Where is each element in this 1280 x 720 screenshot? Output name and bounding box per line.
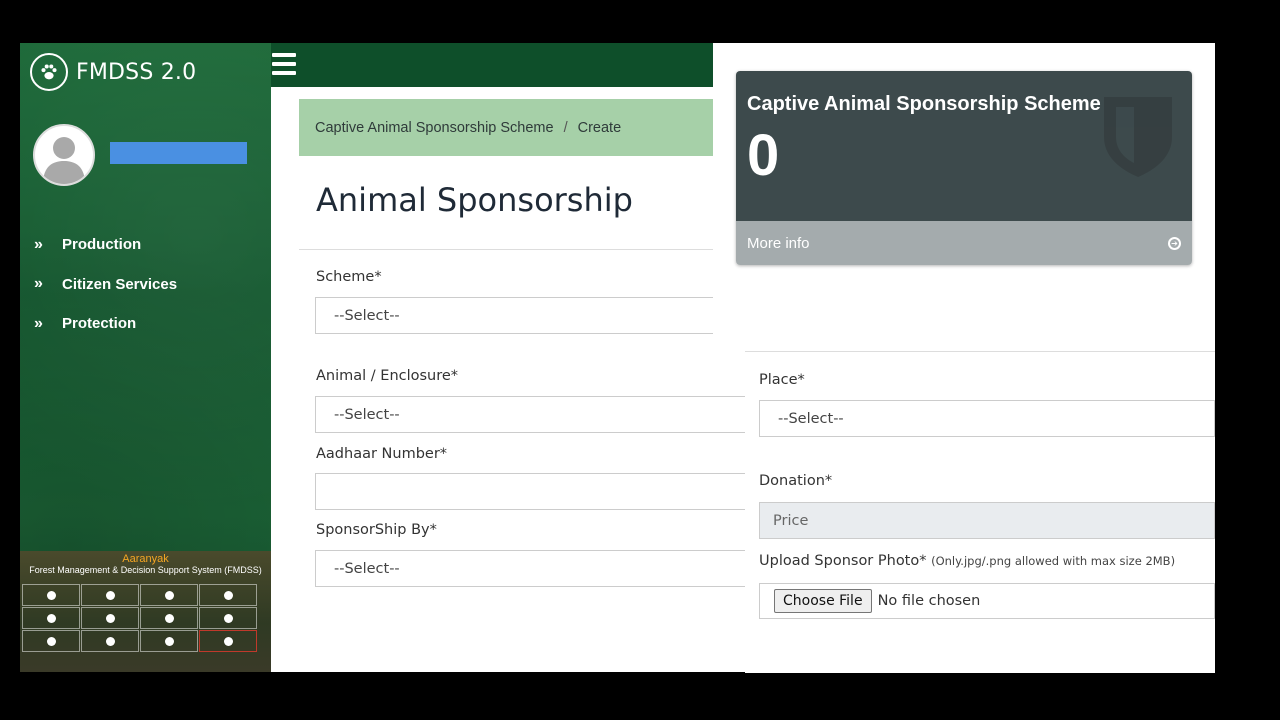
file-status: No file chosen (877, 593, 981, 609)
sidebar-nav: » Production » Citizen Services » Protec… (34, 225, 177, 344)
avatar[interactable] (33, 124, 95, 186)
sidebar-item-protection[interactable]: » Protection (34, 304, 177, 344)
place-select[interactable]: --Select-- (759, 400, 1215, 437)
animal-enclosure-select[interactable]: --Select-- (315, 396, 746, 433)
username-redacted (110, 142, 247, 164)
hamburger-menu-icon[interactable] (272, 53, 296, 75)
animal-enclosure-label: Animal / Enclosure* (316, 368, 459, 384)
banner-tile (22, 584, 80, 606)
donation-label: Donation* (759, 473, 833, 489)
divider (299, 249, 745, 250)
brand[interactable]: FMDSS 2.0 (30, 53, 196, 91)
sidebar: FMDSS 2.0 » Production » Citizen Service… (20, 43, 271, 672)
banner-tile (140, 630, 198, 652)
scheme-stat-card: Captive Animal Sponsorship Scheme 0 More… (736, 71, 1192, 265)
double-chevron-right-icon: » (34, 314, 43, 332)
sidebar-item-label: Citizen Services (62, 275, 178, 293)
breadcrumb: Captive Animal Sponsorship Scheme / Crea… (299, 99, 713, 156)
banner-tile (140, 607, 198, 629)
banner-tile (22, 630, 80, 652)
double-chevron-right-icon: » (34, 275, 43, 293)
more-info-label: More info (747, 234, 810, 252)
card-body: Captive Animal Sponsorship Scheme 0 (736, 71, 1192, 221)
screen: FMDSS 2.0 » Production » Citizen Service… (0, 0, 1280, 720)
upload-note: (Only.jpg/.png allowed with max size 2MB… (931, 554, 1176, 568)
top-navbar (271, 43, 713, 87)
aadhaar-input[interactable] (315, 473, 746, 510)
sponsorship-by-select[interactable]: --Select-- (315, 550, 746, 587)
upload-photo-label: Upload Sponsor Photo* (Only.jpg/.png all… (759, 553, 1175, 569)
place-label: Place* (759, 372, 805, 388)
shield-icon (1100, 93, 1176, 183)
banner-tile (81, 607, 139, 629)
breadcrumb-parent[interactable]: Captive Animal Sponsorship Scheme (315, 120, 554, 136)
breadcrumb-current: Create (577, 119, 622, 136)
banner-subtitle: Forest Management & Decision Support Sys… (29, 565, 262, 575)
page-title: Animal Sponsorship (316, 181, 633, 219)
sponsorship-by-label: SponsorShip By* (316, 522, 437, 538)
sponsor-photo-file-input: Choose File No file chosen (759, 583, 1215, 619)
banner-tile (140, 584, 198, 606)
sidebar-item-production[interactable]: » Production (34, 225, 177, 265)
sidebar-item-label: Protection (62, 315, 137, 333)
banner-tile (199, 607, 257, 629)
banner-tile (199, 584, 257, 606)
banner-tile (199, 630, 257, 652)
banner-tile (22, 607, 80, 629)
sidebar-item-citizen-services[interactable]: » Citizen Services (34, 265, 177, 305)
banner-tile (81, 630, 139, 652)
banner-title: Aaranyak (122, 553, 169, 565)
double-chevron-right-icon: » (34, 235, 43, 253)
upload-label-text: Upload Sponsor Photo* (759, 553, 927, 569)
donation-input[interactable]: Price (759, 502, 1215, 539)
aadhaar-label: Aadhaar Number* (316, 446, 448, 462)
banner-grid (22, 584, 257, 652)
scheme-label: Scheme* (316, 269, 382, 285)
user-silhouette-icon (43, 137, 85, 184)
scheme-select[interactable]: --Select-- (315, 297, 746, 334)
sidebar-item-label: Production (62, 236, 142, 254)
brand-name: FMDSS 2.0 (76, 59, 197, 85)
choose-file-button[interactable]: Choose File (774, 589, 872, 613)
breadcrumb-separator: / (563, 119, 568, 136)
fmdss-banner: Aaranyak Forest Management & Decision Su… (20, 551, 271, 672)
more-info-link[interactable]: More info ➔ (736, 221, 1192, 265)
arrow-circle-right-icon: ➔ (1168, 236, 1181, 250)
paw-icon (30, 53, 68, 91)
banner-tile (81, 584, 139, 606)
